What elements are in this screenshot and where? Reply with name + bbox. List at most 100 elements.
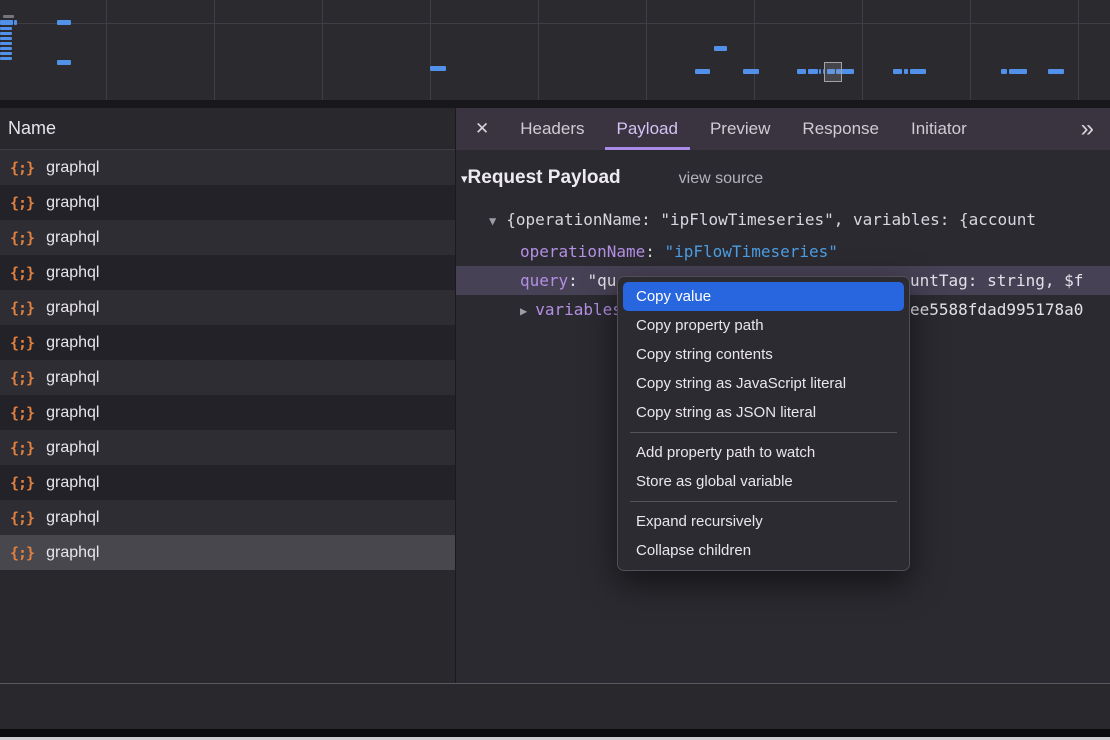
request-name: graphql — [46, 474, 99, 492]
view-source-link[interactable]: view source — [679, 170, 763, 187]
payload-object-preview-row[interactable]: ▼ {operationName: "ipFlowTimeseries", var… — [489, 206, 1036, 233]
waterfall-bar — [430, 66, 446, 71]
variables-preview-end: ee5588fdad995178a0 — [910, 295, 1083, 324]
json-braces-icon: {;} — [10, 229, 34, 247]
waterfall-bar — [1009, 69, 1027, 74]
menu-item-expand-recursively[interactable]: Expand recursively — [618, 507, 909, 536]
request-row[interactable]: {;} graphql — [0, 290, 455, 325]
waterfall-bar — [904, 69, 908, 74]
key-separator: : — [568, 271, 587, 290]
waterfall-bar — [714, 46, 727, 51]
json-braces-icon: {;} — [10, 299, 34, 317]
menu-item-copy-string-as-javascript-literal[interactable]: Copy string as JavaScript literal — [618, 369, 909, 398]
waterfall-bar — [0, 32, 12, 35]
tab-preview[interactable]: Preview — [698, 108, 782, 150]
waterfall-bar — [893, 69, 902, 74]
request-name: graphql — [46, 229, 99, 247]
waterfall-bar — [695, 69, 710, 74]
menu-separator — [630, 501, 897, 502]
waterfall-bar — [1001, 69, 1007, 74]
overview-gridline — [538, 0, 539, 100]
waterfall-bar — [910, 69, 926, 74]
waterfall-bar — [0, 47, 12, 50]
section-title: Request Payload — [468, 167, 621, 188]
payload-property-operationname[interactable]: operationName: "ipFlowTimeseries" — [520, 238, 838, 265]
menu-item-collapse-children[interactable]: Collapse children — [618, 536, 909, 565]
waterfall-bar — [743, 69, 759, 74]
request-row[interactable]: {;}graphql — [0, 395, 455, 430]
json-braces-icon: {;} — [10, 159, 34, 177]
request-row[interactable]: {;} graphql — [0, 220, 455, 255]
object-preview-text: {operationName: "ipFlowTimeseries", vari… — [506, 210, 1036, 229]
request-row[interactable]: {;} graphql — [0, 325, 455, 360]
tab-payload[interactable]: Payload — [605, 108, 690, 150]
json-braces-icon: {;} — [10, 404, 34, 422]
request-row[interactable]: {;}graphql — [0, 150, 455, 185]
property-value-string: "ipFlowTimeseries" — [665, 242, 838, 261]
request-row[interactable]: {;}graphql — [0, 535, 455, 570]
details-tab-bar: ✕ HeadersPayloadPreviewResponseInitiator… — [456, 108, 1110, 150]
overview-gridline — [322, 0, 323, 100]
request-name: graphql — [46, 264, 99, 282]
waterfall-bar — [1048, 69, 1064, 74]
waterfall-bar — [57, 20, 71, 25]
network-overview-timeline[interactable] — [0, 0, 1110, 100]
waterfall-bar — [57, 60, 71, 65]
request-row[interactable]: {;} graphql — [0, 255, 455, 290]
request-row[interactable]: {;}graphql — [0, 500, 455, 535]
json-braces-icon: {;} — [10, 474, 34, 492]
json-braces-icon: {;} — [10, 369, 34, 387]
request-row[interactable]: {;}graphql — [0, 360, 455, 395]
waterfall-bar — [819, 69, 821, 74]
json-braces-icon: {;} — [10, 194, 34, 212]
request-row[interactable]: {;} graphql — [0, 430, 455, 465]
overview-gridline — [754, 0, 755, 100]
devtools-window: Name {;} graphql {;} graphql {;} graphql {;} gr… — [0, 0, 1110, 740]
expand-open-icon[interactable]: ▼ — [489, 214, 496, 228]
waterfall-bar — [0, 42, 12, 45]
json-braces-icon: {;} — [10, 439, 34, 457]
menu-item-add-property-path-to-watch[interactable]: Add property path to watch — [618, 438, 909, 467]
waterfall-bar — [808, 69, 818, 74]
request-row[interactable]: {;} graphql — [0, 185, 455, 220]
menu-item-store-as-global-variable[interactable]: Store as global variable — [618, 467, 909, 496]
window-bottom-edge — [0, 729, 1110, 737]
request-row[interactable]: {;} graphql — [0, 465, 455, 500]
request-payload-section-header[interactable]: ▾Request Payloadview source — [461, 164, 763, 192]
menu-item-copy-property-path[interactable]: Copy property path — [618, 311, 909, 340]
request-list-pane: Name {;} graphql {;} graphql {;} graphql {;} gr… — [0, 108, 455, 683]
waterfall-bar — [0, 52, 12, 55]
property-key: variables — [535, 300, 622, 319]
name-column-header[interactable]: Name — [0, 108, 455, 150]
waterfall-bar — [0, 37, 12, 40]
waterfall-bar — [797, 69, 806, 74]
tab-response[interactable]: Response — [790, 108, 891, 150]
request-name: graphql — [46, 194, 99, 212]
network-footer — [0, 684, 1110, 729]
property-key: query — [520, 271, 568, 290]
waterfall-bar — [0, 20, 13, 25]
menu-item-copy-string-contents[interactable]: Copy string contents — [618, 340, 909, 369]
query-value-start: "qu — [587, 271, 616, 290]
menu-item-copy-string-as-json-literal[interactable]: Copy string as JSON literal — [618, 398, 909, 427]
tab-initiator[interactable]: Initiator — [899, 108, 979, 150]
request-name: graphql — [46, 439, 99, 457]
context-menu: Copy valueCopy property pathCopy string … — [617, 276, 910, 571]
menu-separator — [630, 432, 897, 433]
more-tabs-icon[interactable]: » — [1081, 119, 1094, 139]
property-key: operationName — [520, 242, 645, 261]
menu-item-copy-value[interactable]: Copy value — [623, 282, 904, 311]
overview-gridline — [646, 0, 647, 100]
json-braces-icon: {;} — [10, 334, 34, 352]
overview-selection-box — [824, 62, 842, 82]
key-separator: : — [645, 242, 664, 261]
request-name: graphql — [46, 334, 99, 352]
tab-headers[interactable]: Headers — [508, 108, 596, 150]
json-braces-icon: {;} — [10, 264, 34, 282]
expand-closed-icon[interactable]: ▶ — [520, 304, 527, 318]
overview-gridline — [214, 0, 215, 100]
json-braces-icon: {;} — [10, 544, 34, 562]
close-icon[interactable]: ✕ — [475, 119, 489, 139]
overview-gridline — [106, 0, 107, 100]
request-name: graphql — [46, 299, 99, 317]
